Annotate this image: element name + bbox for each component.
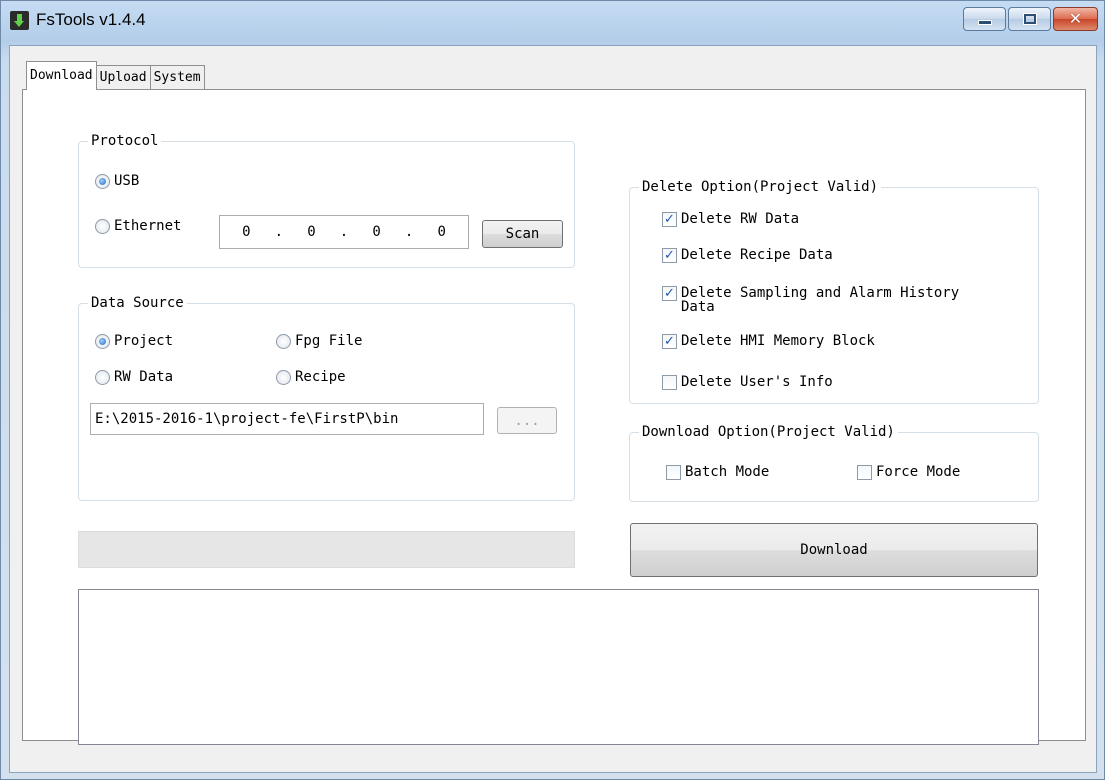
ip-octet-1[interactable]: 0 — [242, 224, 250, 240]
download-option-legend: Download Option(Project Valid) — [642, 424, 895, 440]
delete-hmi-memory-checkbox[interactable]: ✓ — [662, 333, 677, 349]
recipe-radio-option[interactable]: Recipe — [276, 369, 346, 385]
app-icon — [10, 11, 29, 30]
fpg-file-radio-option[interactable]: Fpg File — [276, 333, 362, 349]
ip-separator: . — [274, 224, 284, 240]
delete-recipe-data-label: Delete Recipe Data — [681, 247, 833, 263]
delete-user-info-option[interactable]: Delete User's Info — [662, 374, 833, 390]
download-option-group: Download Option(Project Valid) — [629, 424, 1039, 502]
delete-rw-data-label: Delete RW Data — [681, 211, 800, 227]
fpg-file-radio[interactable] — [276, 333, 291, 349]
batch-mode-option[interactable]: Batch Mode — [666, 464, 769, 480]
client-area: Download Upload System Protocol USB Ethe… — [9, 45, 1097, 773]
usb-radio[interactable] — [95, 173, 110, 189]
ip-octet-2[interactable]: 0 — [307, 224, 315, 240]
maximize-button[interactable] — [1008, 7, 1051, 31]
minimize-icon — [978, 20, 992, 25]
delete-option-legend: Delete Option(Project Valid) — [642, 179, 879, 195]
close-button[interactable]: ✕ — [1053, 7, 1098, 31]
scan-button[interactable]: Scan — [482, 220, 563, 248]
minimize-button[interactable] — [963, 7, 1006, 31]
delete-rw-data-checkbox[interactable]: ✓ — [662, 211, 677, 227]
download-tab-panel: Protocol USB Ethernet 0 . 0 . 0 . 0 Scan — [22, 89, 1086, 745]
tab-system[interactable]: System — [149, 65, 205, 90]
delete-sampling-alarm-checkbox[interactable]: ✓ — [662, 285, 677, 301]
batch-mode-label: Batch Mode — [685, 464, 770, 480]
usb-radio-option[interactable]: USB — [95, 173, 139, 189]
recipe-radio[interactable] — [276, 369, 291, 385]
recipe-label: Recipe — [295, 369, 346, 385]
ip-address-input[interactable]: 0 . 0 . 0 . 0 — [219, 215, 469, 249]
progress-bar — [78, 531, 575, 568]
download-button[interactable]: Download — [630, 523, 1038, 577]
rw-data-radio-option[interactable]: RW Data — [95, 369, 173, 385]
data-source-group: Data Source — [78, 295, 575, 501]
delete-rw-data-option[interactable]: ✓ Delete RW Data — [662, 211, 799, 227]
delete-hmi-memory-label: Delete HMI Memory Block — [681, 333, 875, 349]
protocol-legend: Protocol — [91, 133, 159, 149]
file-path-input[interactable]: E:\2015-2016-1\project-fe\FirstP\bin — [90, 403, 484, 435]
rw-data-label: RW Data — [114, 369, 174, 385]
rw-data-radio[interactable] — [95, 369, 110, 385]
window-controls: ✕ — [963, 7, 1098, 33]
ip-separator: . — [339, 224, 349, 240]
ip-octet-3[interactable]: 0 — [372, 224, 380, 240]
delete-sampling-alarm-label: Delete Sampling and Alarm History — [681, 285, 960, 301]
app-window: FsTools v1.4.4 ✕ Download Upload System … — [0, 0, 1105, 780]
usb-label: USB — [114, 173, 140, 189]
delete-sampling-alarm-label-line2: Data — [681, 299, 715, 315]
project-label: Project — [114, 333, 174, 349]
delete-recipe-data-option[interactable]: ✓ Delete Recipe Data — [662, 247, 833, 263]
force-mode-label: Force Mode — [876, 464, 961, 480]
browse-button[interactable]: ... — [497, 407, 557, 434]
log-output[interactable] — [78, 589, 1039, 745]
window-title: FsTools v1.4.4 — [36, 10, 146, 29]
project-radio[interactable] — [95, 333, 110, 349]
project-radio-option[interactable]: Project — [95, 333, 173, 349]
tab-strip: Download Upload System — [26, 60, 205, 90]
fpg-file-label: Fpg File — [295, 333, 363, 349]
force-mode-checkbox[interactable] — [857, 464, 872, 480]
ethernet-radio-option[interactable]: Ethernet — [95, 218, 181, 234]
title-bar[interactable]: FsTools v1.4.4 ✕ — [1, 1, 1104, 45]
close-icon: ✕ — [1068, 9, 1083, 28]
ethernet-label: Ethernet — [114, 218, 182, 234]
delete-hmi-memory-option[interactable]: ✓ Delete HMI Memory Block — [662, 333, 875, 349]
maximize-icon — [1023, 13, 1037, 25]
tab-upload[interactable]: Upload — [95, 65, 151, 90]
ethernet-radio[interactable] — [95, 218, 110, 234]
delete-sampling-alarm-option[interactable]: ✓ Delete Sampling and Alarm History Data — [662, 285, 959, 315]
ip-separator: . — [404, 224, 414, 240]
ip-octet-4[interactable]: 0 — [437, 224, 445, 240]
delete-user-info-label: Delete User's Info — [681, 374, 833, 390]
delete-user-info-checkbox[interactable] — [662, 374, 677, 390]
tab-download[interactable]: Download — [26, 61, 97, 90]
delete-recipe-data-checkbox[interactable]: ✓ — [662, 247, 677, 263]
data-source-legend: Data Source — [91, 295, 184, 311]
force-mode-option[interactable]: Force Mode — [857, 464, 960, 480]
batch-mode-checkbox[interactable] — [666, 464, 681, 480]
